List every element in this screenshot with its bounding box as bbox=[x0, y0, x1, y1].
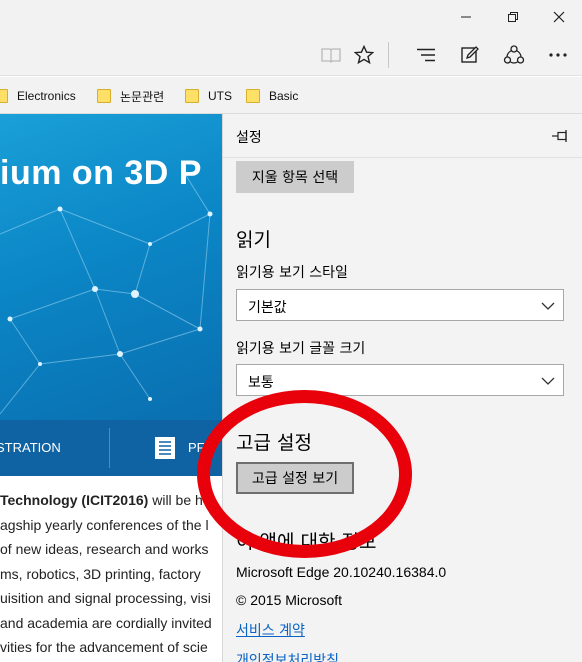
nav-registration-link[interactable]: STRATION bbox=[0, 440, 61, 455]
chevron-down-icon bbox=[541, 302, 555, 310]
title-bar bbox=[0, 0, 582, 34]
reading-style-select[interactable]: 기본값 bbox=[236, 289, 564, 321]
favorite-folder[interactable]: Electronics bbox=[0, 87, 76, 105]
browser-toolbar bbox=[0, 34, 582, 76]
folder-icon bbox=[0, 89, 8, 103]
share-button[interactable] bbox=[501, 42, 527, 68]
star-icon bbox=[354, 45, 374, 65]
folder-icon bbox=[97, 89, 111, 103]
favorite-label: 논문관련 bbox=[120, 89, 165, 104]
text-line: vities for the advancement of scie bbox=[0, 639, 208, 655]
pin-icon[interactable] bbox=[551, 128, 571, 144]
copyright-text: © 2015 Microsoft bbox=[236, 592, 343, 608]
close-icon bbox=[553, 11, 565, 23]
restore-button[interactable] bbox=[490, 0, 536, 34]
settings-header: 설정 bbox=[223, 114, 582, 158]
reading-style-value: 기본값 bbox=[248, 300, 287, 316]
reading-font-value: 보통 bbox=[248, 375, 274, 391]
text-line: and academia are cordially invited bbox=[0, 614, 212, 631]
favorite-label: Electronics bbox=[17, 89, 76, 103]
favorite-folder[interactable]: Basic bbox=[246, 87, 298, 105]
reading-heading: 읽기 bbox=[236, 229, 271, 251]
hero-banner: ium on 3D P bbox=[0, 114, 222, 420]
reading-font-label: 읽기용 보기 글꼴 크기 bbox=[236, 341, 366, 357]
version-text: Microsoft Edge 20.10240.16384.0 bbox=[236, 564, 447, 580]
page-body-text: Technology (ICIT2016) will be h agship y… bbox=[0, 492, 222, 662]
document-icon bbox=[155, 437, 175, 459]
reading-style-label: 읽기용 보기 스타일 bbox=[236, 265, 348, 281]
hub-icon bbox=[417, 48, 435, 62]
favorites-bar: Electronics 논문관련 UTS Basic bbox=[0, 77, 582, 114]
favorite-label: UTS bbox=[208, 89, 232, 103]
settings-pane: 설정 지울 항목 선택 읽기 읽기용 보기 스타일 기본값 읽기용 보기 글꼴 … bbox=[222, 114, 582, 662]
terms-link[interactable]: 서비스 계약 bbox=[236, 620, 305, 640]
favorite-button[interactable] bbox=[351, 42, 377, 68]
book-icon bbox=[321, 48, 341, 63]
choose-clear-items-button[interactable]: 지울 항목 선택 bbox=[236, 161, 354, 193]
close-button[interactable] bbox=[536, 0, 582, 34]
hub-button[interactable] bbox=[413, 42, 439, 68]
chevron-down-icon bbox=[541, 377, 555, 385]
nav-divider bbox=[109, 428, 110, 468]
privacy-link[interactable]: 개인정보처리방침 bbox=[236, 650, 339, 662]
web-note-button[interactable] bbox=[457, 42, 483, 68]
favorite-folder[interactable]: 논문관련 bbox=[97, 87, 164, 105]
folder-icon bbox=[185, 89, 199, 103]
web-page-content: ium on 3D P STRATION PF Technology (ICIT… bbox=[0, 114, 222, 662]
share-icon bbox=[503, 45, 525, 64]
minimize-icon bbox=[461, 16, 471, 18]
page-nav-strip: STRATION PF bbox=[0, 420, 222, 476]
text-line: of new ideas, research and works bbox=[0, 541, 209, 557]
text-line: agship yearly conferences of the l bbox=[0, 516, 209, 533]
text-line: Technology (ICIT2016) will be h bbox=[0, 492, 203, 508]
hero-title: ium on 3D P bbox=[0, 154, 202, 192]
reading-view-button[interactable] bbox=[318, 42, 344, 68]
minimize-button[interactable] bbox=[443, 0, 489, 34]
favorite-label: Basic bbox=[269, 89, 299, 103]
more-icon bbox=[549, 53, 567, 57]
text-line: uisition and signal processing, visi bbox=[0, 590, 211, 606]
restore-icon bbox=[508, 12, 518, 22]
toolbar-divider bbox=[388, 42, 389, 68]
favorite-folder[interactable]: UTS bbox=[185, 87, 232, 105]
settings-title: 설정 bbox=[236, 130, 262, 146]
web-note-icon bbox=[461, 46, 479, 63]
folder-icon bbox=[246, 89, 260, 103]
annotation-circle bbox=[197, 390, 412, 558]
more-button[interactable] bbox=[545, 42, 571, 68]
text-line: ms, robotics, 3D printing, factory bbox=[0, 565, 201, 582]
